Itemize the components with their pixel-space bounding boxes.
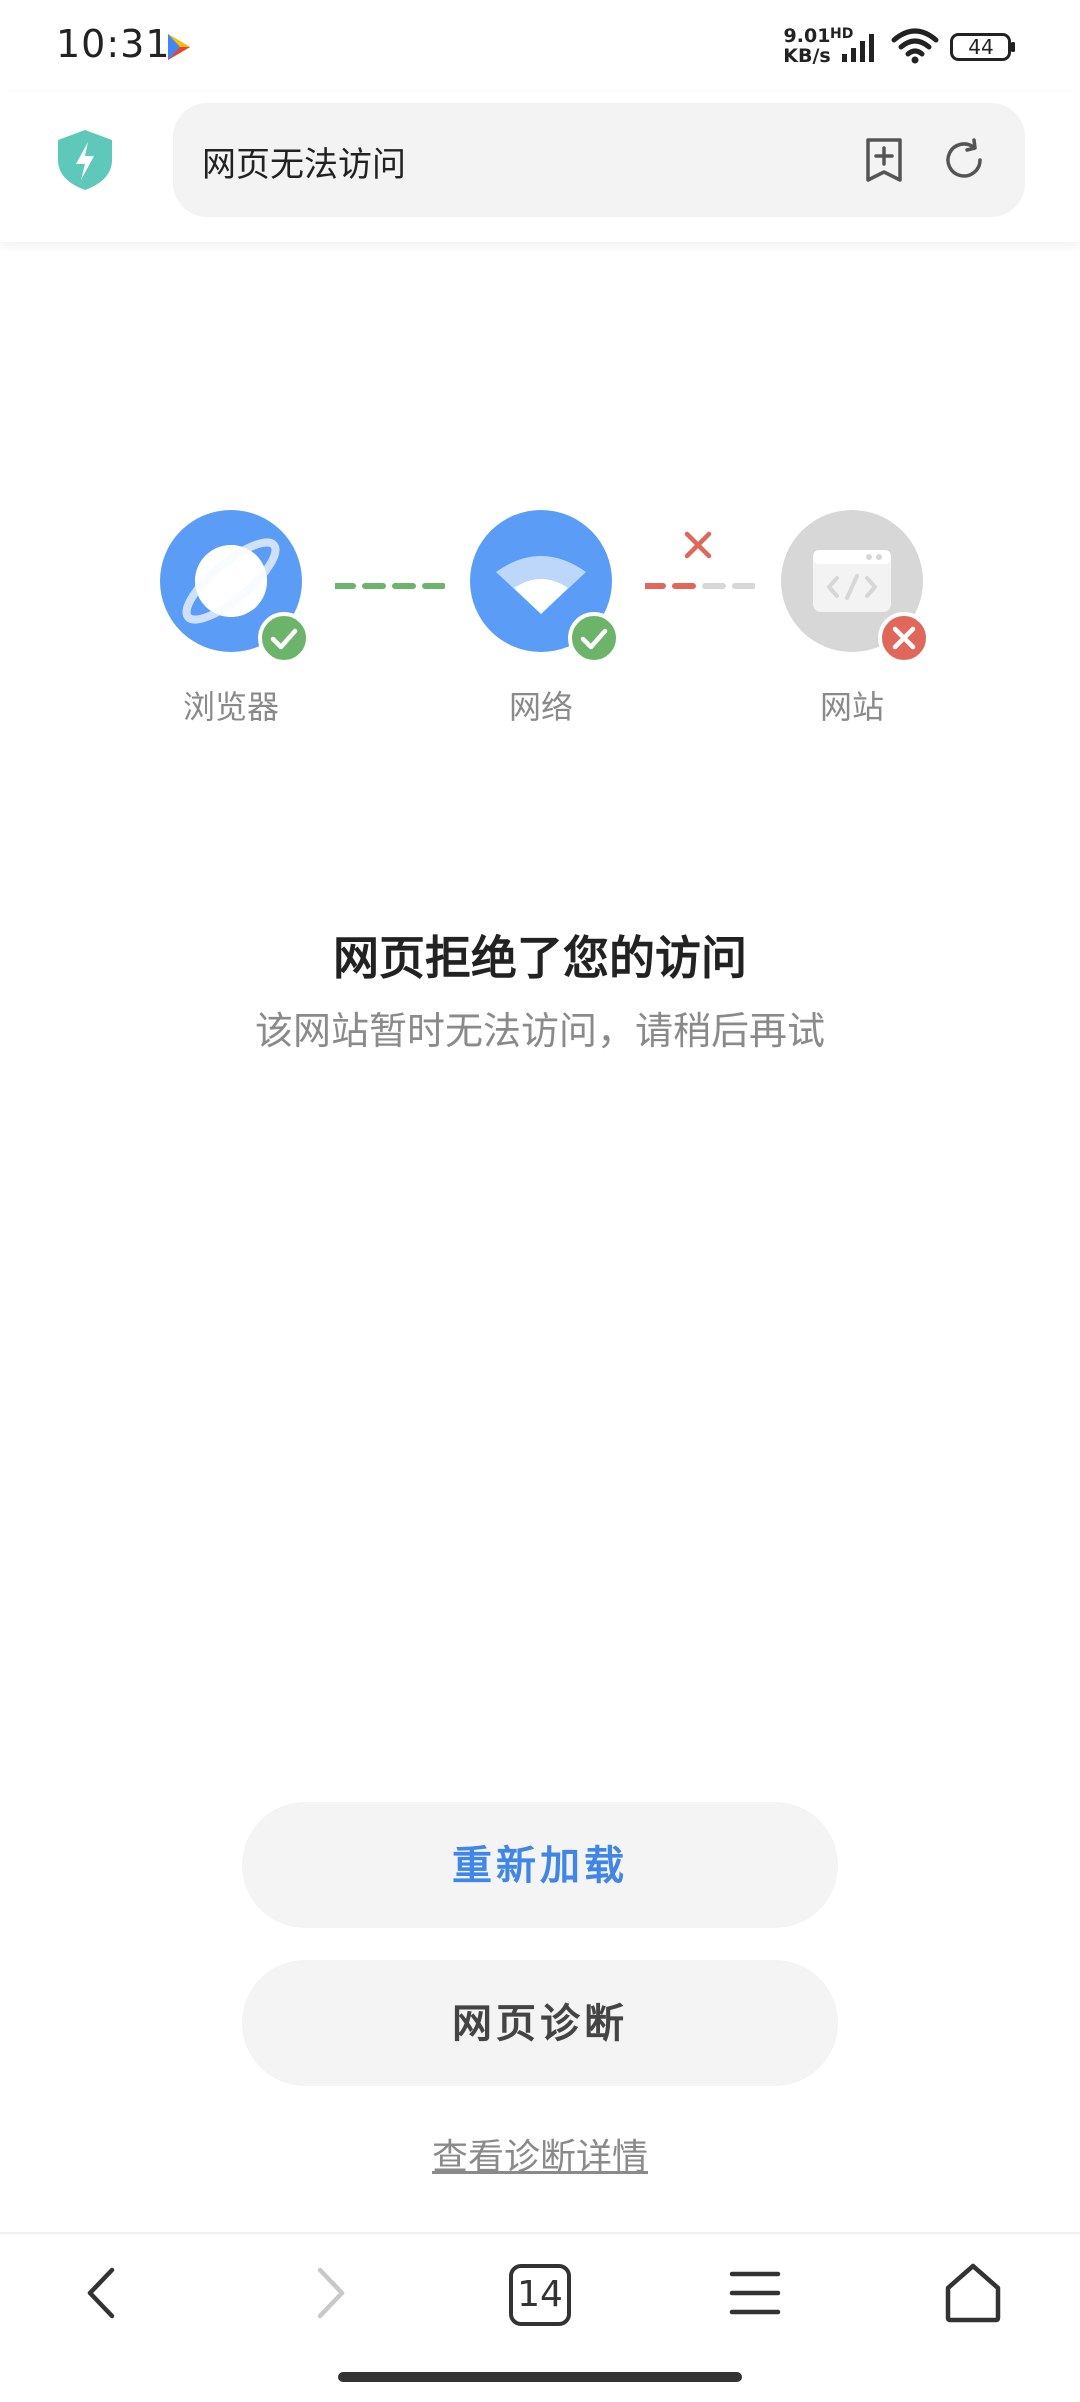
menu-icon[interactable] — [720, 2258, 790, 2328]
error-subtitle: 该网站暂时无法访问，请稍后再试 — [254, 1009, 825, 1053]
browser-label: 浏览器 — [182, 688, 279, 726]
error-title: 网页拒绝了您的访问 — [333, 931, 747, 985]
network-speed: 9.01 KB/s — [776, 26, 838, 66]
link-browser-network — [335, 583, 445, 589]
home-icon[interactable] — [938, 2258, 1008, 2328]
signal-icon — [842, 34, 874, 62]
net-speed-unit: KB/s — [783, 45, 831, 67]
home-indicator[interactable] — [338, 2372, 742, 2382]
page-title[interactable]: 网页无法访问 — [202, 137, 406, 186]
reload-button[interactable]: 重新加载 — [242, 1802, 838, 1928]
bookmark-add-icon[interactable] — [862, 136, 906, 184]
reload-icon[interactable] — [940, 136, 988, 184]
link-network-website — [645, 583, 755, 589]
play-store-icon — [168, 34, 190, 60]
net-speed-value: 9.01 — [783, 25, 831, 47]
diagnose-button[interactable]: 网页诊断 — [242, 1960, 838, 2086]
status-time: 10:31 — [56, 22, 171, 66]
wifi-icon — [891, 28, 939, 64]
battery-level: 44 — [968, 35, 994, 59]
website-label: 网站 — [819, 688, 884, 726]
check-icon — [568, 612, 620, 664]
forward-icon[interactable] — [292, 2258, 362, 2328]
back-icon[interactable] — [70, 2258, 140, 2328]
network-label: 网络 — [508, 688, 573, 726]
error-icon — [878, 612, 930, 664]
view-diagnosis-details-link[interactable]: 查看诊断详情 — [0, 2128, 1080, 2180]
shield-icon[interactable] — [54, 128, 116, 192]
cross-icon — [684, 531, 712, 559]
tabs-count[interactable]: 14 — [503, 2258, 577, 2332]
check-icon — [258, 612, 310, 664]
